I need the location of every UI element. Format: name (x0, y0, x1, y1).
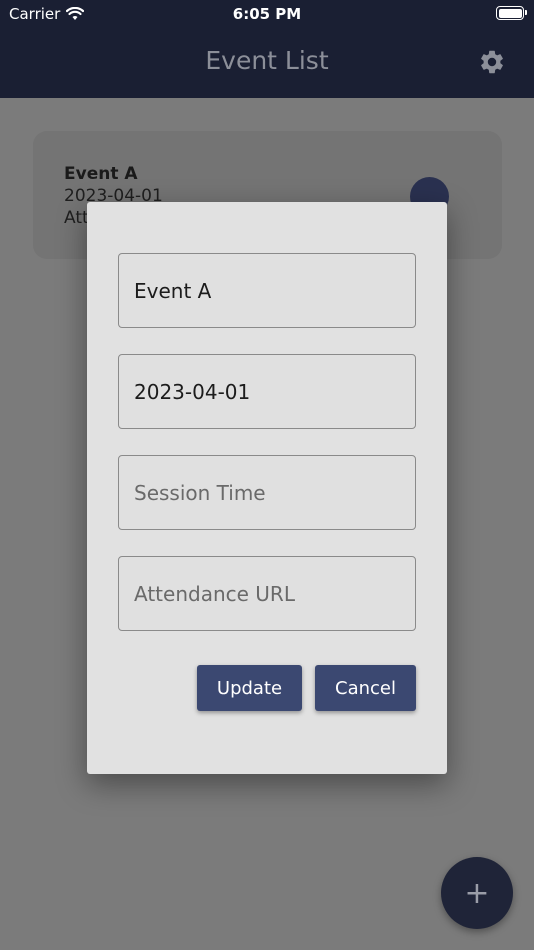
event-date-field[interactable] (118, 354, 416, 429)
app-bar: Event List (0, 28, 534, 98)
status-bar: Carrier 6:05 PM (0, 0, 534, 28)
event-attendance: Att (64, 208, 89, 228)
attendance-url-field[interactable] (118, 556, 416, 631)
cancel-button[interactable]: Cancel (315, 665, 416, 711)
add-event-button[interactable]: + (441, 857, 513, 929)
event-name: Event A (64, 164, 138, 184)
gear-icon[interactable] (478, 48, 506, 76)
event-name-field[interactable] (118, 253, 416, 328)
update-button[interactable]: Update (197, 665, 302, 711)
session-time-field[interactable] (118, 455, 416, 530)
edit-event-dialog: Update Cancel (87, 202, 447, 774)
page-title: Event List (205, 46, 329, 75)
clock: 6:05 PM (232, 5, 302, 23)
plus-icon: + (464, 875, 490, 911)
battery-icon (496, 6, 527, 20)
